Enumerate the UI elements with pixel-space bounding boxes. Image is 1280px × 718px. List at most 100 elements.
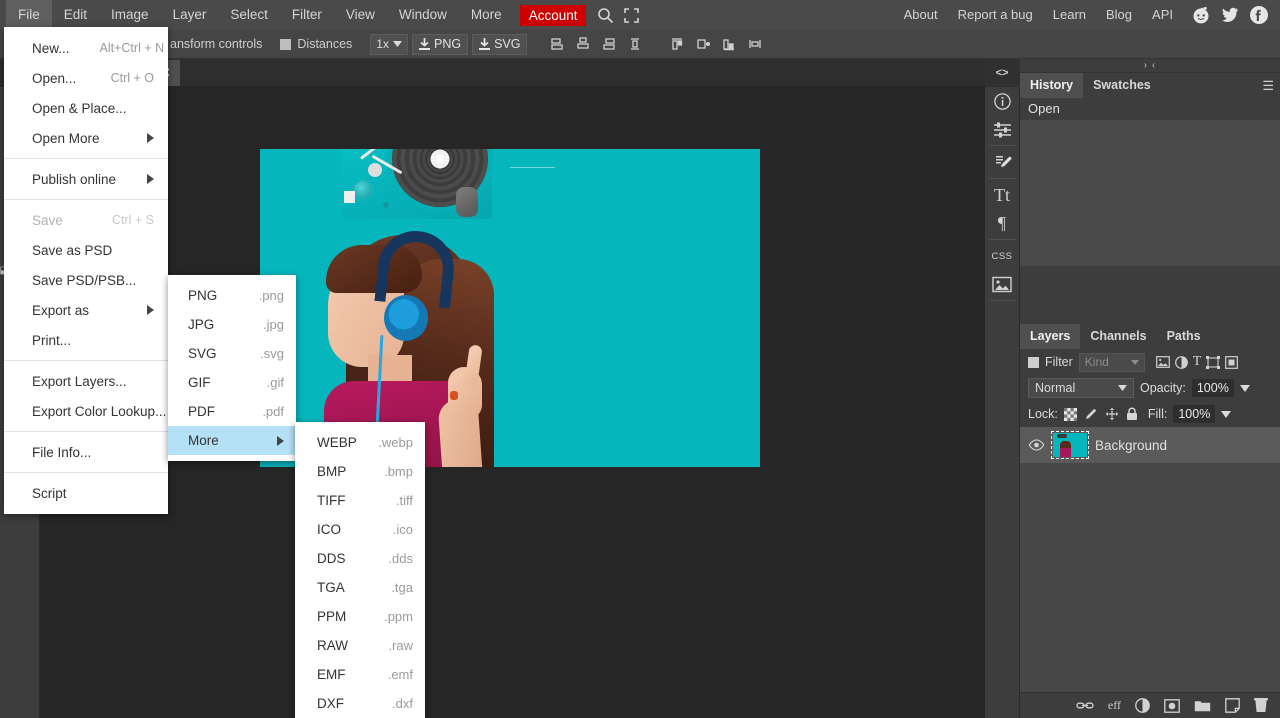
layers-list-empty-area[interactable] bbox=[1020, 463, 1280, 718]
export-tga[interactable]: TGA .tga bbox=[295, 573, 425, 602]
layer-visibility-icon[interactable] bbox=[1028, 439, 1045, 451]
export-dxf[interactable]: DXF .dxf bbox=[295, 689, 425, 718]
export-jpg[interactable]: JPG .jpg bbox=[168, 310, 296, 339]
adjustment-filter-icon[interactable] bbox=[1174, 355, 1188, 369]
align-bottom-edges-icon[interactable] bbox=[717, 32, 741, 56]
file-menu-open-more[interactable]: Open More bbox=[4, 123, 168, 153]
export-svg[interactable]: SVG .svg bbox=[168, 339, 296, 368]
link-learn[interactable]: Learn bbox=[1043, 0, 1096, 30]
export-ico[interactable]: ICO .ico bbox=[295, 515, 425, 544]
link-layers-icon[interactable] bbox=[1076, 700, 1094, 711]
export-as-submenu[interactable]: PNG .png JPG .jpg SVG .svg GIF .gif PDF … bbox=[168, 275, 296, 461]
css-icon[interactable]: CSS bbox=[985, 242, 1020, 270]
blend-mode-select[interactable]: Normal bbox=[1028, 378, 1134, 398]
fill-value[interactable]: 100% bbox=[1173, 405, 1216, 423]
distribute-h-icon[interactable] bbox=[743, 32, 767, 56]
shape-filter-icon[interactable] bbox=[1206, 355, 1221, 369]
file-menu-export-as[interactable]: Export as bbox=[4, 295, 168, 325]
file-menu-export-layers[interactable]: Export Layers... bbox=[4, 366, 168, 396]
export-emf[interactable]: EMF .emf bbox=[295, 660, 425, 689]
export-dds[interactable]: DDS .dds bbox=[295, 544, 425, 573]
export-gif[interactable]: GIF .gif bbox=[168, 368, 296, 397]
export-bmp[interactable]: BMP .bmp bbox=[295, 457, 425, 486]
menu-layer[interactable]: Layer bbox=[161, 0, 219, 30]
link-about[interactable]: About bbox=[894, 0, 948, 30]
distances-checkbox-box[interactable] bbox=[280, 38, 292, 50]
kind-select[interactable]: Kind bbox=[1078, 352, 1145, 372]
align-middle-icon[interactable] bbox=[691, 32, 715, 56]
panel-collapse-handle[interactable]: › ‹ bbox=[1020, 59, 1280, 73]
more-formats-submenu[interactable]: WEBP .webp BMP .bmp TIFF .tiff ICO .ico … bbox=[295, 422, 425, 718]
file-menu-open[interactable]: Open... Ctrl + O bbox=[4, 63, 168, 93]
file-menu-script[interactable]: Script bbox=[4, 478, 168, 508]
file-menu-new[interactable]: New... Alt+Ctrl + N bbox=[4, 33, 168, 63]
tab-history[interactable]: History bbox=[1020, 73, 1084, 98]
tab-paths[interactable]: Paths bbox=[1156, 324, 1211, 349]
info-circle-icon[interactable] bbox=[985, 87, 1020, 115]
file-menu-dropdown[interactable]: New... Alt+Ctrl + N Open... Ctrl + O Ope… bbox=[4, 27, 168, 514]
link-api[interactable]: API bbox=[1142, 0, 1183, 30]
lock-transparent-icon[interactable] bbox=[1063, 407, 1077, 421]
distances-checkbox[interactable]: Distances bbox=[280, 37, 352, 51]
export-svg-button[interactable]: SVG bbox=[472, 33, 528, 55]
menu-filter[interactable]: Filter bbox=[280, 0, 334, 30]
export-ppm[interactable]: PPM .ppm bbox=[295, 602, 425, 631]
history-list-body[interactable] bbox=[1020, 120, 1280, 266]
brush-icon[interactable] bbox=[985, 148, 1020, 176]
twitter-icon[interactable] bbox=[1219, 4, 1241, 26]
align-center-v-icon[interactable] bbox=[571, 32, 595, 56]
tab-channels[interactable]: Channels bbox=[1080, 324, 1157, 349]
align-bottom-icon[interactable] bbox=[545, 32, 569, 56]
fill-dropdown-icon[interactable] bbox=[1221, 410, 1232, 418]
file-menu-save-as-psd[interactable]: Save as PSD bbox=[4, 235, 168, 265]
reddit-icon[interactable] bbox=[1190, 4, 1212, 26]
export-png[interactable]: PNG .png bbox=[168, 281, 296, 310]
link-report-a-bug[interactable]: Report a bug bbox=[948, 0, 1043, 30]
menu-view[interactable]: View bbox=[334, 0, 387, 30]
text-filter-icon[interactable]: T bbox=[1193, 355, 1202, 369]
type-icon[interactable]: Tt bbox=[985, 181, 1020, 209]
smart-object-filter-icon[interactable] bbox=[1225, 355, 1239, 369]
lock-position-icon[interactable] bbox=[1105, 407, 1119, 421]
hamburger-icon[interactable]: ☰ bbox=[1262, 78, 1274, 94]
lock-all-icon[interactable] bbox=[1126, 407, 1138, 421]
distribute-v-icon[interactable] bbox=[623, 32, 647, 56]
link-blog[interactable]: Blog bbox=[1096, 0, 1142, 30]
file-menu-file-info[interactable]: File Info... bbox=[4, 437, 168, 467]
paragraph-icon[interactable]: ¶ bbox=[985, 209, 1020, 237]
new-group-icon[interactable] bbox=[1194, 699, 1211, 712]
align-right-icon[interactable] bbox=[597, 32, 621, 56]
opacity-value[interactable]: 100% bbox=[1191, 379, 1234, 397]
layer-mask-icon[interactable] bbox=[1164, 698, 1180, 713]
export-tiff[interactable]: TIFF .tiff bbox=[295, 486, 425, 515]
menu-window[interactable]: Window bbox=[387, 0, 459, 30]
file-menu-save-psd-psb[interactable]: Save PSD/PSB... bbox=[4, 265, 168, 295]
export-webp[interactable]: WEBP .webp bbox=[295, 428, 425, 457]
code-icon[interactable]: <> bbox=[984, 59, 1020, 87]
opacity-dropdown-icon[interactable] bbox=[1239, 384, 1250, 392]
tab-swatches[interactable]: Swatches bbox=[1083, 73, 1161, 98]
lock-image-icon[interactable] bbox=[1084, 407, 1098, 421]
account-button[interactable]: Account bbox=[519, 4, 587, 26]
delete-layer-icon[interactable] bbox=[1254, 698, 1268, 713]
adjustment-layer-icon[interactable] bbox=[1135, 698, 1150, 713]
document-canvas[interactable] bbox=[260, 149, 760, 467]
fullscreen-icon[interactable] bbox=[618, 0, 644, 30]
tab-layers[interactable]: Layers bbox=[1020, 324, 1081, 349]
search-icon[interactable] bbox=[592, 0, 618, 30]
image-filter-icon[interactable] bbox=[1155, 356, 1170, 368]
file-menu-publish-online[interactable]: Publish online bbox=[4, 164, 168, 194]
menu-more[interactable]: More bbox=[459, 0, 514, 30]
menu-file[interactable]: File bbox=[6, 0, 52, 30]
facebook-icon[interactable] bbox=[1248, 4, 1270, 26]
filter-checkbox[interactable] bbox=[1028, 356, 1039, 368]
file-menu-open-place[interactable]: Open & Place... bbox=[4, 93, 168, 123]
file-menu-export-color-lookup[interactable]: Export Color Lookup... bbox=[4, 396, 168, 426]
file-menu-print[interactable]: Print... bbox=[4, 325, 168, 355]
menu-select[interactable]: Select bbox=[218, 0, 280, 30]
sliders-icon[interactable] bbox=[985, 115, 1020, 143]
layer-thumbnail[interactable] bbox=[1051, 431, 1089, 459]
menu-edit[interactable]: Edit bbox=[52, 0, 99, 30]
new-layer-icon[interactable] bbox=[1225, 698, 1240, 713]
layer-effects-icon[interactable]: eff bbox=[1108, 698, 1121, 713]
